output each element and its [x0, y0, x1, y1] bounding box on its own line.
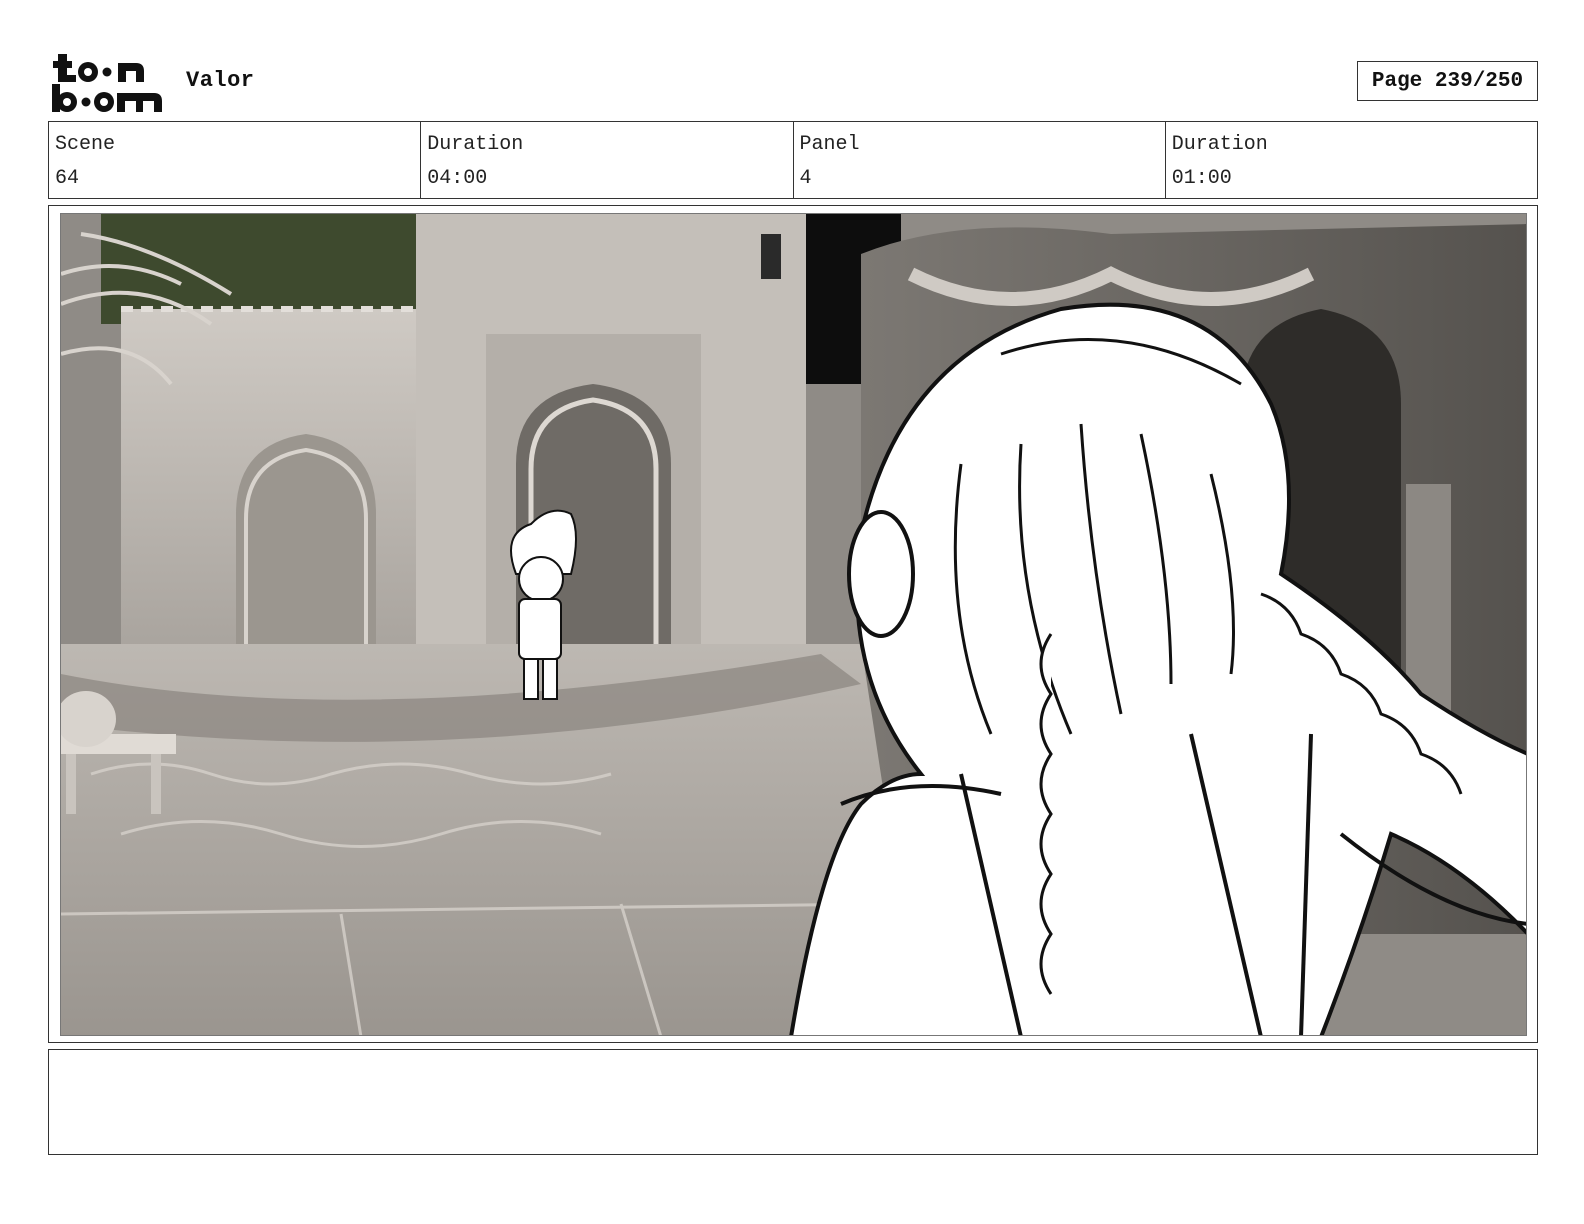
panel-duration-value: 01:00 [1171, 167, 1232, 190]
panel-label: Panel [799, 133, 860, 156]
project-title: Valor [186, 68, 255, 93]
scene-label: Scene [55, 133, 116, 156]
panel-duration-label: Duration [1171, 133, 1268, 156]
page-indicator-text: Page 239/250 [1371, 69, 1524, 93]
scene-value: 64 [55, 167, 80, 190]
panel-artwork [61, 214, 1526, 1035]
scene-cell: Scene 64 [49, 122, 422, 198]
panel-value: 4 [799, 167, 812, 190]
scene-duration-value: 04:00 [427, 167, 488, 190]
panel-notes-box [48, 1049, 1538, 1155]
page-indicator: Page 239/250 [1357, 61, 1538, 101]
toon-boom-logo [52, 54, 162, 112]
scene-duration-label: Duration [427, 133, 524, 156]
panel-duration-cell: Duration 01:00 [1166, 122, 1537, 198]
storyboard-panel-image [60, 213, 1527, 1036]
left-arch [236, 434, 376, 644]
panel-cell: Panel 4 [794, 122, 1166, 198]
panel-info-row: Scene 64 Duration 04:00 Panel 4 Duration… [48, 121, 1538, 199]
scene-duration-cell: Duration 04:00 [421, 122, 794, 198]
